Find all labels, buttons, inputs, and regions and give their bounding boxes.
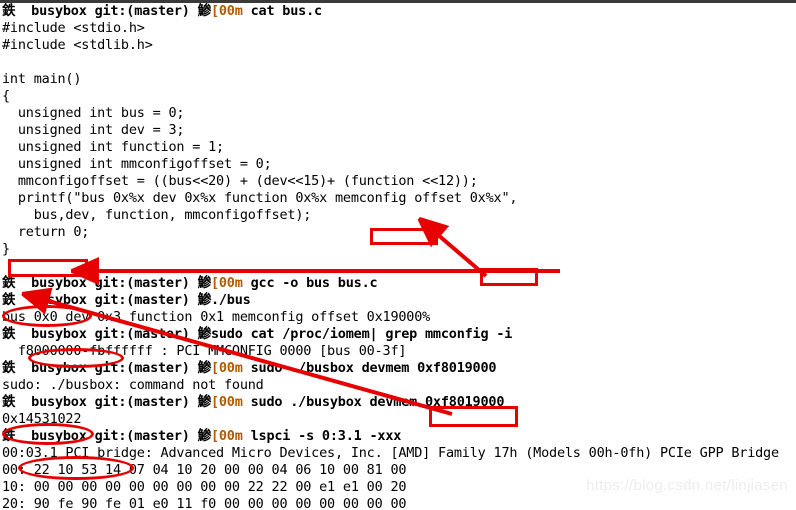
terminal-output-line: sudo: ./busbox: command not found [2,377,264,393]
terminal-output-line: unsigned int dev = 3; [2,122,185,138]
ansi-escape-token: [00m [210,360,243,376]
command-text: sudo ./busbox devmem 0xf8019000 [242,360,497,376]
prompt-prefix: 鉄 busybox git:(master) 鯵 [2,275,211,291]
terminal-output-line: #include <stdio.h> [2,20,145,36]
terminal-prompt-line: 鉄 busybox git:(master) 鯵[00m sudo ./busb… [0,360,796,377]
terminal-output-line: printf("bus 0x%x dev 0x%x function 0x%x … [2,190,518,206]
prompt-prefix: 鉄 busybox git:(master) 鯵 [2,3,211,19]
command-text: lspci -s 0:3.1 -xxx [242,428,402,444]
terminal-output-line: int main() [2,71,82,87]
prompt-prefix: 鉄 busybox git:(master) 鯵 [2,394,211,410]
terminal-output-line: 0x14531022 [2,411,82,427]
terminal-prompt-line: 鉄 busybox git:(master) 鯵[00m lspci -s 0:… [0,428,796,445]
terminal-prompt-line: 鉄 busybox git:(master) 鯵[00m cat bus.c [0,3,796,20]
terminal-output-line: bus,dev, function, mmconfigoffset); [2,207,312,223]
terminal-output-line: #include <stdlib.h> [2,37,153,53]
terminal-output-line: unsigned int mmconfigoffset = 0; [2,156,272,172]
command-text: sudo ./busybox devmem 0xf8019000 [242,394,505,410]
terminal-screenshot: 鉄 busybox git:(master) 鯵[00m cat bus.c #i… [0,0,796,510]
terminal-output-line: 00:03.1 PCI bridge: Advanced Micro Devic… [2,445,779,461]
prompt-prefix: 鉄 busybox git:(master) 鯵 [2,292,211,308]
terminal-output-line: { [2,88,10,104]
command-text: ./bus [210,292,251,308]
command-text: gcc -o bus bus.c [242,275,378,291]
prompt-prefix: 鉄 busybox git:(master) 鯵 [2,360,211,376]
terminal-output-line: 20: 90 fe 90 fe 01 e0 11 f0 00 00 00 00 … [2,496,407,510]
ansi-escape-token: [00m [210,3,243,19]
terminal-prompt-line: 鉄 busybox git:(master) 鯵[00m gcc -o bus … [0,275,796,292]
terminal-output-line: bus 0x0 dev 0x3 function 0x1 memconfig o… [2,309,431,325]
terminal-prompt-line: 鉄 busybox git:(master) 鯵sudo cat /proc/i… [0,326,796,343]
terminal-prompt-line: 鉄 busybox git:(master) 鯵[00m sudo ./busy… [0,394,796,411]
terminal-output-line: } [2,241,10,257]
terminal-output-line: return 0; [2,224,90,240]
command-text: sudo cat /proc/iomem| grep mmconfig -i [210,326,513,342]
terminal-output-line: mmconfigoffset = ((bus<<20) + (dev<<15)+… [2,173,478,189]
watermark: https://blog.csdn.net/linjiasen [586,477,788,494]
terminal-prompt-line: 鉄 busybox git:(master) 鯵./bus [0,292,796,309]
ansi-escape-token: [00m [210,428,243,444]
terminal-output-line: unsigned int bus = 0; [2,105,185,121]
prompt-prefix: 鉄 busybox git:(master) 鯵 [2,428,211,444]
terminal-output[interactable]: 鉄 busybox git:(master) 鯵[00m cat bus.c #i… [0,3,796,510]
terminal-output-line: unsigned int function = 1; [2,139,224,155]
ansi-escape-token: [00m [210,394,243,410]
prompt-prefix: 鉄 busybox git:(master) 鯵 [2,326,211,342]
command-text: cat bus.c [242,3,323,19]
terminal-output-line: f8000000-fbffffff : PCI MMCONFIG 0000 [b… [2,343,407,359]
ansi-escape-token: [00m [210,275,243,291]
